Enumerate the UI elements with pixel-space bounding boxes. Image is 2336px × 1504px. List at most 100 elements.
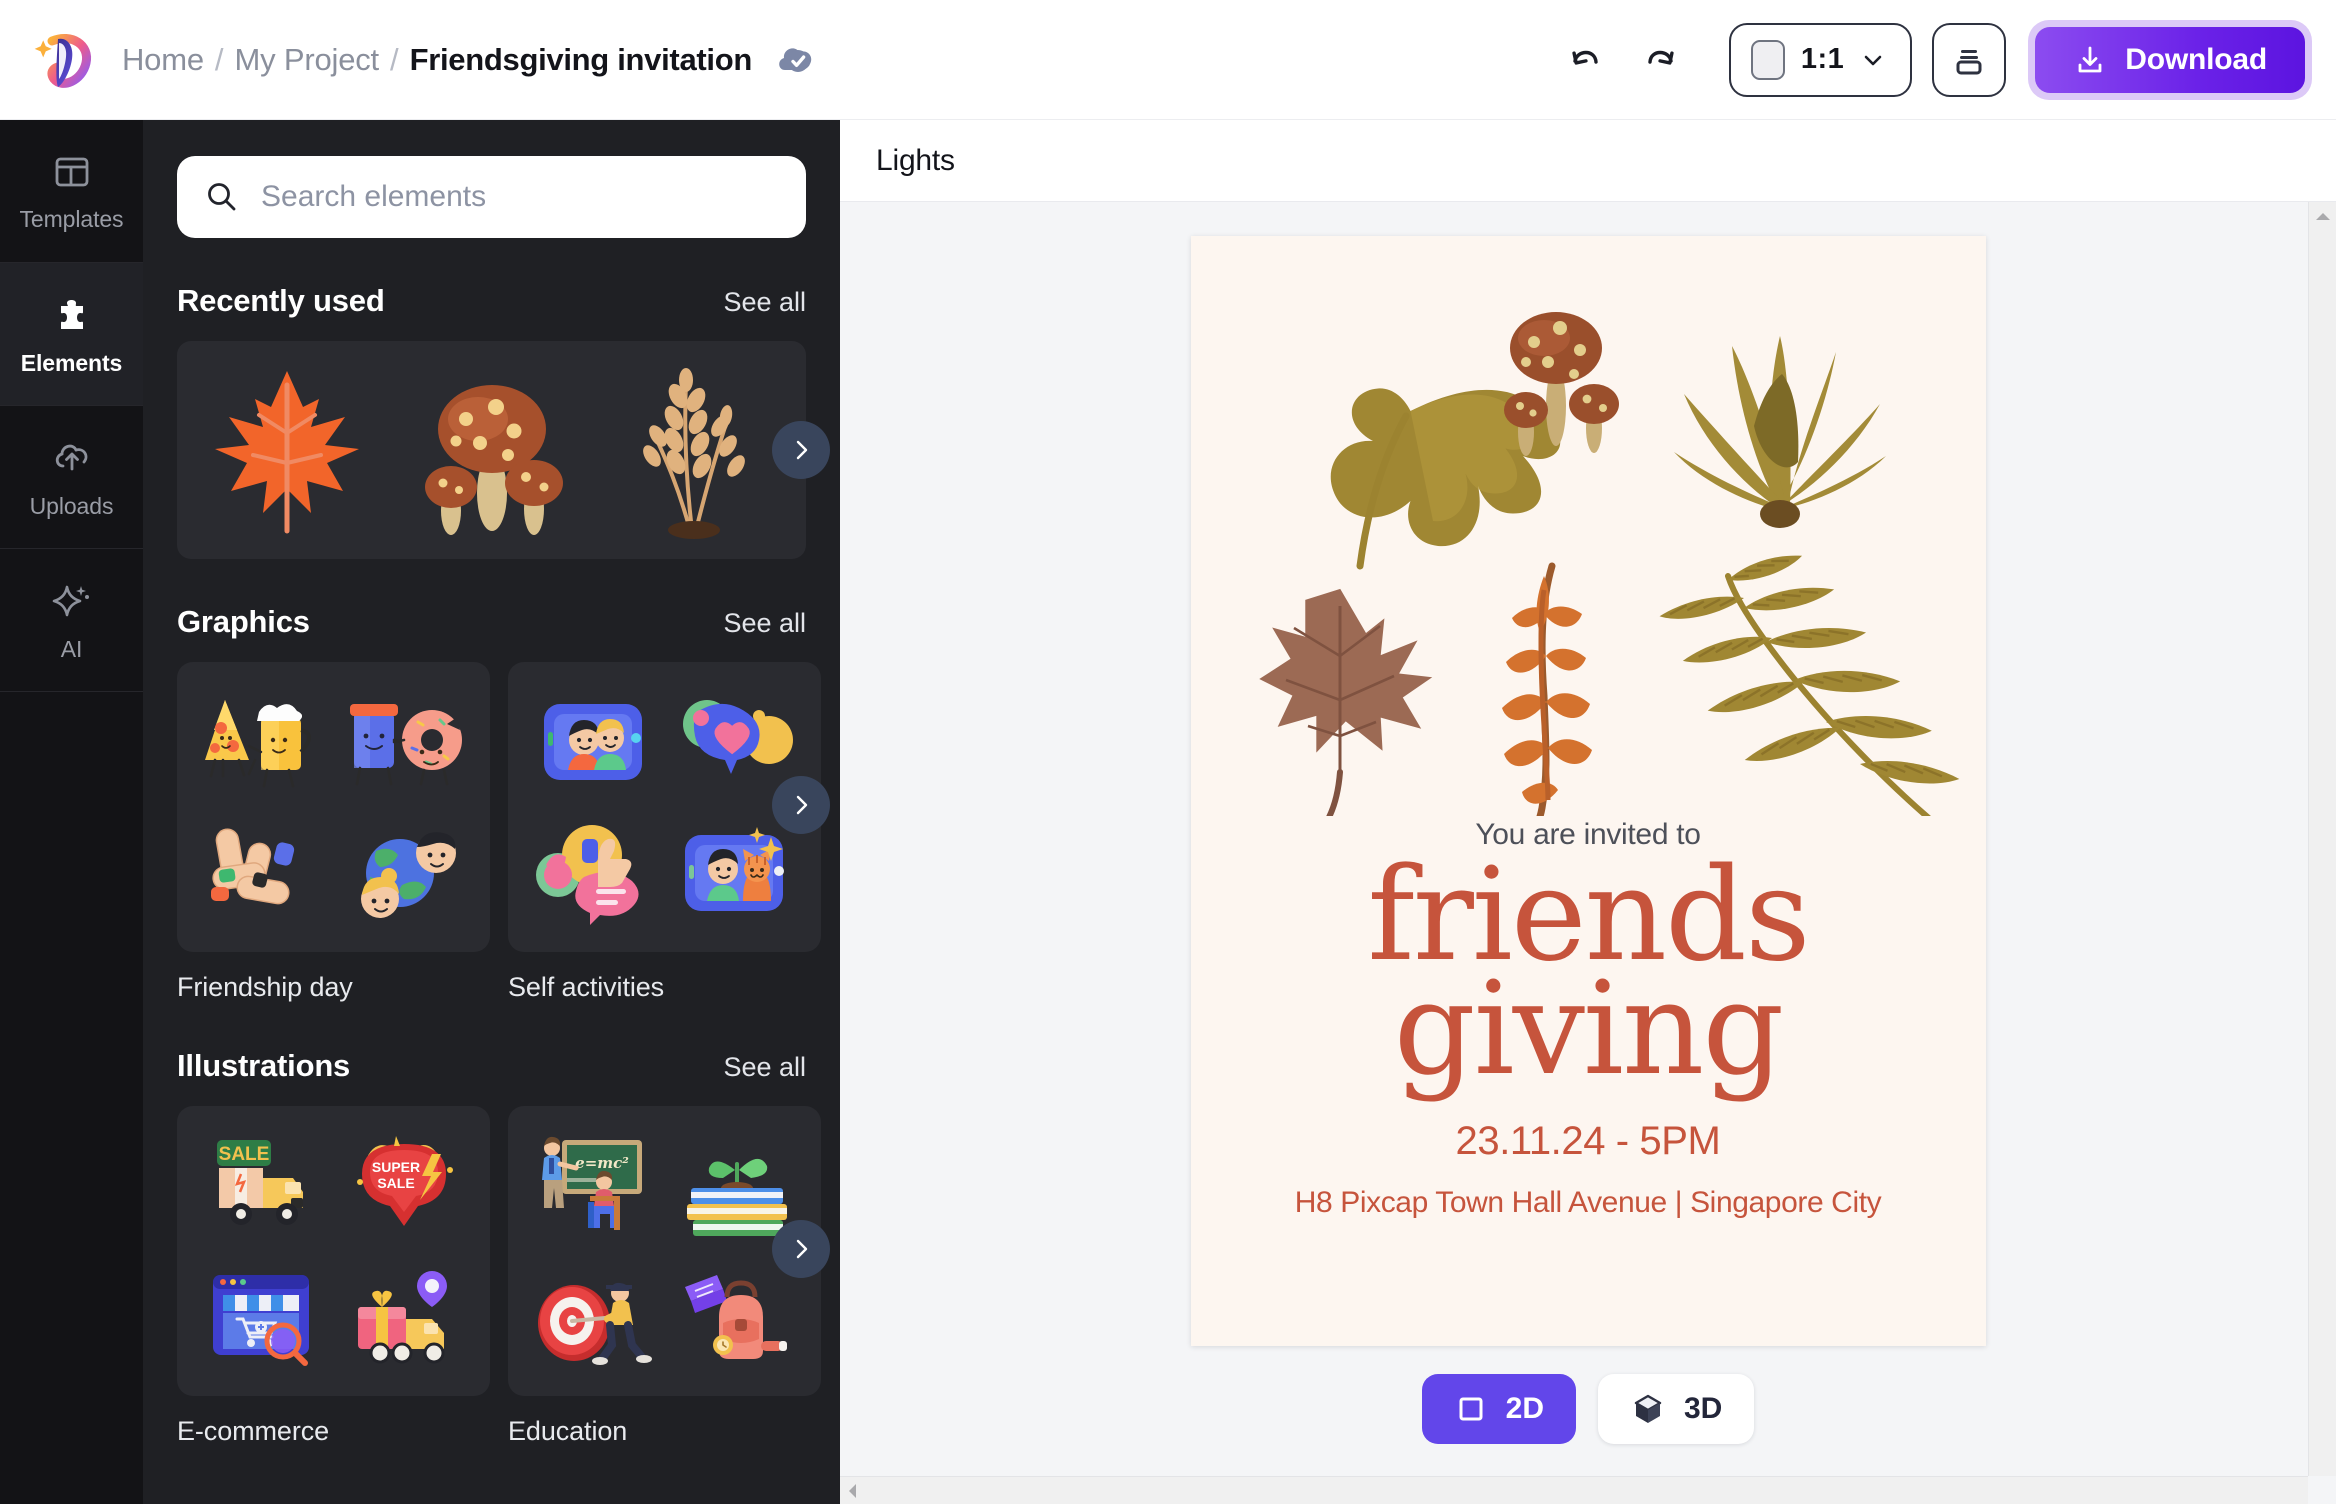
cup-donut-3d — [349, 703, 462, 785]
view-mode-switch: 2D 3D — [1421, 1374, 1755, 1444]
search-elements-box[interactable] — [177, 156, 806, 238]
backpack-book-3d — [684, 1274, 787, 1359]
see-all-graphics[interactable]: See all — [723, 608, 806, 639]
sidebar-item-templates[interactable]: Templates — [0, 120, 143, 263]
breadcrumb-separator: / — [214, 41, 224, 77]
coral-frond-3d — [1674, 336, 1886, 528]
chevron-right-icon — [796, 440, 808, 460]
pack-label: Education — [508, 1416, 628, 1446]
editor-body: Templates Elements Uploads AI Search ele… — [0, 120, 2336, 1504]
square-outline-icon — [1459, 1397, 1483, 1421]
redo-button[interactable] — [1633, 32, 1689, 88]
download-button[interactable]: Download — [2035, 26, 2305, 93]
svg-text:SALE: SALE — [219, 1144, 270, 1165]
square-frame-icon — [1750, 39, 1785, 80]
scrollbar-corner — [2308, 1476, 2336, 1504]
svg-text:SUPER: SUPER — [372, 1159, 420, 1175]
sidebar-item-ai[interactable]: AI — [0, 549, 143, 692]
download-icon — [2078, 46, 2102, 72]
pixcap-editor-window: Home / My Project / Friendsgiving invita… — [0, 0, 2336, 1504]
super-sale-badge-3d: SUPER SALE — [356, 1135, 453, 1226]
layers-panel-toggle-button[interactable] — [1932, 22, 2007, 97]
selfie-frame-3d — [544, 703, 643, 780]
search-input[interactable] — [261, 180, 780, 214]
view-mode-3d-button[interactable]: 3D — [1598, 1374, 1755, 1444]
recently-used-carousel — [177, 341, 830, 559]
templates-grid-icon — [55, 157, 88, 186]
sidebar-item-label: AI — [60, 635, 83, 662]
chevron-right-icon — [796, 1240, 808, 1259]
canvas-stage[interactable]: You are invited to friends giving 23.11.… — [840, 202, 2336, 1504]
download-button-highlight: Download — [2028, 19, 2312, 100]
undo-button[interactable] — [1557, 32, 1613, 88]
canvas-vertical-scrollbar[interactable] — [2308, 202, 2336, 1504]
section-title: Graphics — [177, 604, 310, 639]
poster-date: 23.11.24 - 5PM — [1455, 1118, 1721, 1163]
breadcrumb-item-home[interactable]: Home — [122, 42, 204, 78]
poster-title: friends giving — [1367, 851, 1810, 1105]
caret-up-icon — [2315, 213, 2330, 220]
sparkle-star-icon — [52, 585, 89, 616]
poster-design[interactable]: You are invited to friends giving 23.11.… — [1190, 236, 1986, 1346]
recently-used-next-button[interactable] — [772, 421, 830, 479]
section-title: Recently used — [177, 283, 385, 318]
poster-title-line2: giving — [1393, 955, 1785, 1105]
element-wheat-sprig-3d[interactable] — [597, 355, 796, 545]
cloud-upload-icon — [55, 444, 87, 470]
aspect-ratio-value: 1:1 — [1800, 43, 1845, 75]
chevron-right-icon — [796, 796, 808, 815]
mushroom-cluster-3d — [1504, 312, 1619, 456]
pack-label: Self activities — [508, 972, 665, 1002]
top-bar: Home / My Project / Friendsgiving invita… — [0, 0, 2336, 120]
element-maple-leaf-3d[interactable] — [187, 355, 386, 545]
sidebar-item-label: Templates — [19, 205, 124, 232]
search-icon — [208, 183, 236, 211]
chevron-down-icon — [1864, 55, 1882, 65]
sale-truck-3d: SALE — [217, 1139, 304, 1225]
aspect-ratio-selector[interactable]: 1:1 — [1728, 22, 1913, 97]
elements-panel: Recently used See all — [143, 120, 840, 1504]
see-all-illustrations[interactable]: See all — [723, 1052, 806, 1083]
svg-text:SALE: SALE — [377, 1175, 414, 1191]
breadcrumb-item-my-project[interactable]: My Project — [235, 42, 380, 78]
sidebar-item-uploads[interactable]: Uploads — [0, 406, 143, 549]
pack-e-commerce[interactable]: SALE SUPER SALE E-commerce — [177, 1106, 490, 1447]
section-title: Illustrations — [177, 1048, 351, 1083]
poster-artwork — [1259, 312, 1960, 816]
illustrations-next-button[interactable] — [772, 1220, 830, 1279]
sidebar-item-label: Elements — [20, 349, 123, 376]
view-mode-2d-button[interactable]: 2D — [1421, 1374, 1576, 1444]
classroom-teacher-3d: e=mc² — [542, 1136, 643, 1230]
gift-delivery-3d — [357, 1270, 447, 1363]
pack-self-activities[interactable]: Self activities — [508, 662, 821, 1003]
illustrations-carousel: SALE SUPER SALE E-commerce e=mc² Educati… — [177, 1106, 830, 1447]
pack-thumbnail[interactable] — [177, 662, 490, 952]
sidebar-item-elements[interactable]: Elements — [0, 263, 143, 406]
breadcrumb-item-current[interactable]: Friendsgiving invitation — [410, 42, 753, 78]
recently-used-strip — [177, 341, 806, 559]
poster-address: H8 Pixcap Town Hall Avenue | Singapore C… — [1294, 1185, 1882, 1219]
undo-arrow-icon — [1572, 50, 1598, 65]
pizza-beer-3d — [205, 699, 312, 787]
canvas-horizontal-scrollbar[interactable] — [840, 1476, 2308, 1504]
canvas-area: Lights You are invited to friends giving… — [840, 120, 2336, 1504]
cube-icon — [1634, 1394, 1662, 1423]
pack-education[interactable]: e=mc² Education — [508, 1106, 821, 1447]
fern-branch-3d — [1659, 555, 1960, 816]
caret-left-icon — [849, 1483, 856, 1498]
element-mushrooms-3d[interactable] — [392, 355, 591, 545]
see-all-recently-used[interactable]: See all — [723, 287, 806, 318]
maple-leaf-brown-3d — [1259, 588, 1433, 816]
pack-label: Friendship day — [177, 972, 353, 1002]
download-button-label: Download — [2125, 42, 2267, 76]
target-archer-3d — [538, 1282, 653, 1365]
pack-thumbnail[interactable]: SALE SUPER SALE — [177, 1106, 490, 1396]
breadcrumb: Home / My Project / Friendsgiving invita… — [122, 37, 818, 83]
pack-friendship-day[interactable]: Friendship day — [177, 662, 490, 1003]
graphics-next-button[interactable] — [772, 776, 830, 835]
thumbs-up-chat-3d — [536, 824, 639, 925]
svg-text:e=mc²: e=mc² — [575, 1154, 629, 1172]
puzzle-piece-icon — [60, 299, 83, 329]
globe-friends-3d — [360, 831, 456, 918]
pixcap-logo-icon[interactable] — [30, 25, 100, 95]
